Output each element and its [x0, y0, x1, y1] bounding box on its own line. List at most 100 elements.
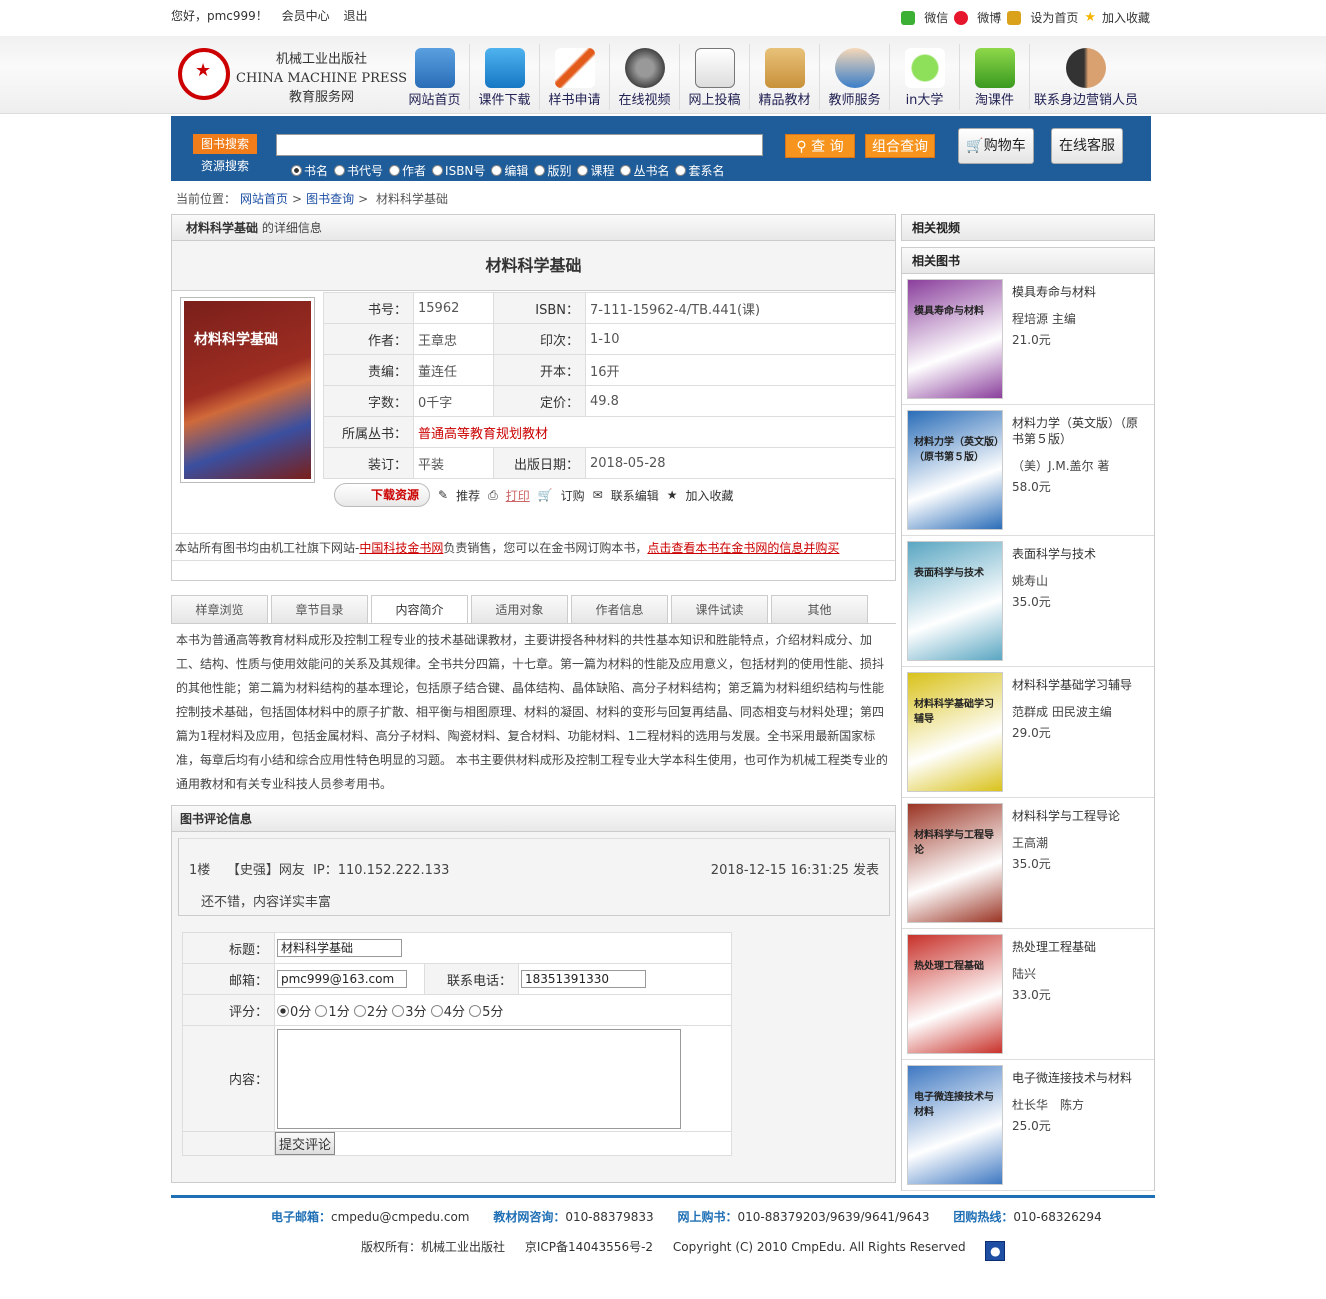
related-book-title[interactable]: 热处理工程基础 [1012, 939, 1147, 955]
nav-online-video[interactable]: 在线视频 [610, 44, 680, 110]
tab-other[interactable]: 其他 [771, 595, 868, 623]
related-book-item[interactable]: 电子微连接技术与材料 电子微连接技术与材料 杜长华 陈方 25.0元 [902, 1060, 1154, 1191]
order-link[interactable]: 订购 [561, 487, 585, 504]
related-book-author: 程培源 主编 [1012, 312, 1076, 326]
jinshu-link[interactable]: 中国科技金书网 [359, 541, 443, 555]
related-book-title[interactable]: 电子微连接技术与材料 [1012, 1070, 1147, 1086]
tab-intro[interactable]: 内容简介 [371, 595, 468, 624]
rating-4[interactable]: 4分 [431, 1005, 465, 1020]
option-author[interactable]: 作者 [389, 162, 426, 179]
book-info-table: 书号： 15962 ISBN： 7-111-15962-4/TB.441(课) 作者：… [323, 292, 896, 479]
related-book-price: 21.0元 [1012, 333, 1051, 347]
search-input[interactable] [276, 134, 763, 156]
series-link[interactable]: 普通高等教育规划教材 [418, 427, 548, 442]
option-edition[interactable]: 版别 [534, 162, 571, 179]
print-link[interactable]: 打印 [506, 487, 530, 504]
rating-3[interactable]: 3分 [392, 1005, 426, 1020]
phone-input[interactable]: 18351391330 [521, 970, 646, 988]
related-book-price: 35.0元 [1012, 857, 1051, 871]
tab-toc[interactable]: 章节目录 [271, 595, 368, 623]
related-books-panel: 相关图书 模具寿命与材料 模具寿命与材料 程培源 主编 21.0元 材料力学（英文版）（… [901, 247, 1155, 1191]
email-input[interactable]: pmc999@163.com [277, 970, 407, 988]
contact-editor-link[interactable]: 联系编辑 [611, 487, 659, 504]
nav-teacher-service[interactable]: 教师服务 [820, 44, 890, 110]
wechat-link[interactable]: 微信 [924, 9, 948, 26]
submit-review-button[interactable]: 提交评论 [275, 1132, 336, 1155]
nav-home[interactable]: 网站首页 [400, 44, 470, 110]
breadcrumb-query[interactable]: 图书查询 [306, 192, 354, 206]
nav-courseware[interactable]: 课件下载 [470, 44, 540, 110]
handshake-icon [1066, 48, 1106, 88]
related-book-item[interactable]: 热处理工程基础 热处理工程基础 陆兴 33.0元 [902, 929, 1154, 1060]
related-book-title[interactable]: 材料科学与工程导论 [1012, 808, 1147, 824]
weibo-link[interactable]: 微博 [977, 9, 1001, 26]
related-book-cover[interactable]: 材料力学（英文版）（原书第５版） [907, 410, 1003, 530]
nav-quality-books[interactable]: 精品教材 [750, 44, 820, 110]
member-center-link[interactable]: 会员中心 [282, 9, 330, 23]
search-button[interactable]: ⚲ 查 询 [785, 134, 855, 158]
related-book-cover[interactable]: 材料科学与工程导论 [907, 803, 1003, 923]
related-book-title[interactable]: 材料科学基础学习辅导 [1012, 677, 1147, 693]
option-series[interactable]: 丛书名 [620, 162, 669, 179]
download-resource-button[interactable]: 下载资源 [334, 483, 430, 507]
breadcrumb-home[interactable]: 网站首页 [240, 192, 288, 206]
related-book-title[interactable]: 材料力学（英文版）（原书第５版） [1012, 415, 1147, 447]
related-book-title[interactable]: 表面科学与技术 [1012, 546, 1147, 562]
teacher-icon [834, 48, 875, 88]
nav-contact-sales[interactable]: 联系身边营销人员 [1030, 44, 1142, 110]
rating-2[interactable]: 2分 [354, 1005, 388, 1020]
site-header: 机械工业出版社 CHINA MACHINE PRESS 教育服务网 网站首页 课… [0, 36, 1326, 114]
set-home-link[interactable]: 设为首页 [1030, 9, 1078, 26]
greeting: 您好，pmc999！ [171, 9, 268, 23]
related-book-title[interactable]: 模具寿命与材料 [1012, 284, 1147, 300]
logout-link[interactable]: 退出 [343, 9, 367, 23]
nav-taokejian[interactable]: 淘课件 [960, 44, 1030, 110]
related-book-item[interactable]: 表面科学与技术 表面科学与技术 姚寿山 35.0元 [902, 536, 1154, 667]
online-service-button[interactable]: 在线客服 [1051, 128, 1123, 164]
option-set[interactable]: 套系名 [675, 162, 724, 179]
nav-sample-request[interactable]: 样书申请 [540, 44, 610, 110]
collect-link[interactable]: 加入收藏 [686, 487, 734, 504]
site-footer: 电子邮箱：cmpedu@cmpedu.com 教材网咨询：010-8837983… [171, 1195, 1155, 1299]
buy-link[interactable]: 点击查看本书在金书网的信息并购买 [647, 541, 839, 555]
folder-icon [764, 48, 805, 88]
option-title[interactable]: 书名 [291, 162, 328, 179]
related-book-cover[interactable]: 材料科学基础学习辅导 [907, 672, 1003, 792]
combo-search-button[interactable]: 组合查询 [865, 134, 935, 158]
baidu-paw-icon[interactable]: ● [985, 1241, 1006, 1261]
breadcrumb: 当前位置： 网站首页 > 图书查询 > 材料科学基础 [176, 192, 449, 206]
related-book-item[interactable]: 模具寿命与材料 模具寿命与材料 程培源 主编 21.0元 [902, 274, 1154, 405]
tab-resource-search[interactable]: 资源搜索 [193, 157, 257, 174]
related-book-cover[interactable]: 电子微连接技术与材料 [907, 1065, 1003, 1185]
related-books-list: 模具寿命与材料 模具寿命与材料 程培源 主编 21.0元材料力学（英文版）（原书第５版… [902, 274, 1154, 1191]
tab-sample[interactable]: 样章浏览 [171, 595, 268, 623]
option-code[interactable]: 书代号 [334, 162, 383, 179]
press-logo[interactable] [178, 48, 230, 100]
tab-courseware[interactable]: 课件试读 [671, 595, 768, 623]
option-isbn[interactable]: ISBN号 [432, 162, 485, 179]
notebook-icon [694, 48, 735, 88]
related-book-item[interactable]: 材料科学与工程导论 材料科学与工程导论 王高潮 35.0元 [902, 798, 1154, 929]
tab-book-search[interactable]: 图书搜索 [193, 134, 257, 154]
book-actions: 下载资源 ✎ 推荐 ⎙ 打印 🛒 订购 ✉ 联系编辑 ★ 加入收藏 [334, 483, 734, 507]
nav-submission[interactable]: 网上投稿 [680, 44, 750, 110]
review-content-textarea[interactable] [277, 1028, 681, 1129]
rating-1[interactable]: 1分 [315, 1005, 349, 1020]
tab-audience[interactable]: 适用对象 [471, 595, 568, 623]
related-book-cover[interactable]: 热处理工程基础 [907, 934, 1003, 1054]
related-book-item[interactable]: 材料科学基础学习辅导 材料科学基础学习辅导 范群成 田民波主编 29.0元 [902, 667, 1154, 798]
related-book-author: （美）J.M.盖尔 著 [1012, 459, 1110, 473]
rating-5[interactable]: 5分 [469, 1005, 503, 1020]
review-title-input[interactable]: 材料科学基础 [277, 939, 402, 957]
option-editor[interactable]: 编辑 [491, 162, 528, 179]
related-book-cover[interactable]: 模具寿命与材料 [907, 279, 1003, 399]
cart-button[interactable]: 🛒购物车 [958, 128, 1034, 164]
rating-0[interactable]: 0分 [277, 1005, 311, 1020]
option-course[interactable]: 课程 [577, 162, 614, 179]
recommend-link[interactable]: 推荐 [456, 487, 480, 504]
tab-author[interactable]: 作者信息 [571, 595, 668, 623]
related-book-cover[interactable]: 表面科学与技术 [907, 541, 1003, 661]
add-favorite-link[interactable]: 加入收藏 [1102, 9, 1150, 26]
related-book-item[interactable]: 材料力学（英文版）（原书第５版） 材料力学（英文版）（原书第５版） （美）J.M.盖… [902, 405, 1154, 536]
nav-in-university[interactable]: in大学 [890, 44, 960, 110]
